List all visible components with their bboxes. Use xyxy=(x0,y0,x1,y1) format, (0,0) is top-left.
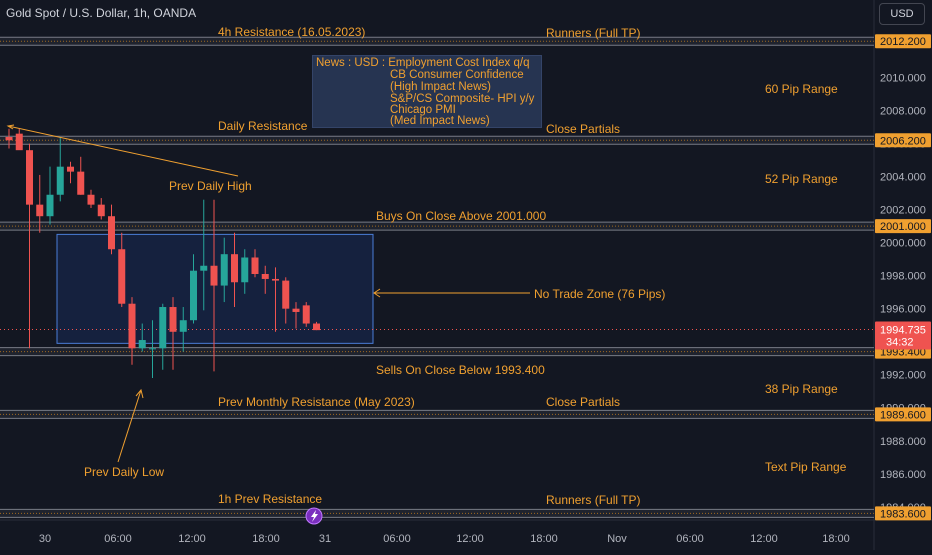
candle-body xyxy=(138,340,146,349)
candle-body xyxy=(26,150,33,205)
candle-body xyxy=(77,171,85,195)
candle-body xyxy=(5,136,13,141)
candle-body xyxy=(169,307,177,332)
label-close-partials-bottom: Close Partials xyxy=(546,395,620,409)
candle-body xyxy=(179,320,187,332)
label-runners-bottom: Runners (Full TP) xyxy=(546,493,640,507)
candle-body xyxy=(15,133,23,151)
label-daily-resistance: Daily Resistance xyxy=(218,119,308,133)
label-52-pip-range: 52 Pip Range xyxy=(765,172,838,186)
y-tick-label: 2002.000 xyxy=(880,205,926,217)
news-line-1: News : USD : Employment Cost Index q/q xyxy=(316,57,530,69)
candle-body xyxy=(97,204,105,217)
label-runners-top: Runners (Full TP) xyxy=(546,26,640,40)
x-tick-label: 31 xyxy=(319,533,331,545)
label-text-pip-range: Text Pip Range xyxy=(765,460,847,474)
label-no-trade-zone: No Trade Zone (76 Pips) xyxy=(534,287,665,301)
y-tick-label: 2004.000 xyxy=(880,172,926,184)
candle-body xyxy=(272,278,279,281)
candle-body xyxy=(200,265,208,271)
y-tick-label: 2008.000 xyxy=(880,106,926,118)
label-1h-prev-resistance: 1h Prev Resistance xyxy=(218,492,322,506)
label-sells-on-close: Sells On Close Below 1993.400 xyxy=(376,363,545,377)
candle-body xyxy=(36,204,44,217)
y-tick-label: 1992.000 xyxy=(880,370,926,382)
y-tick-label: 1988.000 xyxy=(880,436,926,448)
candle-body xyxy=(302,305,310,324)
news-line-3: (High Impact News) xyxy=(390,81,491,93)
candle-body xyxy=(190,270,197,321)
candle-body xyxy=(128,303,136,349)
candle-body xyxy=(251,257,259,274)
level-band xyxy=(0,410,874,419)
x-tick-label: 06:00 xyxy=(104,533,132,545)
price-level-tag-text: 2006.200 xyxy=(880,135,926,147)
news-line-2: CB Consumer Confidence xyxy=(390,69,524,81)
prev-daily-high-trendline xyxy=(7,125,239,177)
candle-body xyxy=(292,308,300,312)
label-prev-monthly-resistance: Prev Monthly Resistance (May 2023) xyxy=(218,395,415,409)
x-tick-label: 12:00 xyxy=(178,533,206,545)
chart-title: Gold Spot / U.S. Dollar, 1h, OANDA xyxy=(6,6,197,20)
candle-body xyxy=(67,166,74,172)
candle-body xyxy=(149,348,156,350)
current-price-countdown: 34:32 xyxy=(886,337,914,349)
candle-body xyxy=(231,254,238,283)
candle-body xyxy=(282,280,290,309)
candle-body xyxy=(241,257,249,283)
x-tick-label: 06:00 xyxy=(676,533,704,545)
no-trade-zone-box xyxy=(56,233,374,344)
news-line-6: (Med Impact News) xyxy=(390,115,490,127)
candle-body xyxy=(87,194,95,205)
x-tick-label: 06:00 xyxy=(383,533,411,545)
label-60-pip-range: 60 Pip Range xyxy=(765,82,838,96)
level-band xyxy=(0,136,874,145)
price-level-tag-text: 1983.600 xyxy=(880,508,926,520)
price-level-tag-text: 1989.600 xyxy=(880,409,926,421)
x-tick-label: 12:00 xyxy=(456,533,484,545)
candle-body xyxy=(313,323,320,331)
candle-body xyxy=(220,254,228,286)
y-tick-label: 2000.000 xyxy=(880,238,926,250)
price-level-tag-text: 2012.200 xyxy=(880,36,926,48)
label-buys-on-close: Buys On Close Above 2001.000 xyxy=(376,209,546,223)
x-tick-label: 12:00 xyxy=(750,533,778,545)
current-price-value: 1994.735 xyxy=(880,325,926,337)
candle-body xyxy=(108,216,115,250)
level-band xyxy=(0,37,874,46)
y-tick-label: 2010.000 xyxy=(880,73,926,85)
candle-body xyxy=(261,274,269,279)
x-tick-label: 30 xyxy=(39,533,51,545)
label-38-pip-range: 38 Pip Range xyxy=(765,382,838,396)
price-level-tag-text: 2001.000 xyxy=(880,221,926,233)
level-band xyxy=(0,509,874,518)
x-tick-label: 18:00 xyxy=(252,533,280,545)
label-prev-daily-low: Prev Daily Low xyxy=(84,465,164,479)
y-tick-label: 1998.000 xyxy=(880,271,926,283)
label-4h-resistance: 4h Resistance (16.05.2023) xyxy=(218,25,365,39)
x-tick-label: Nov xyxy=(607,533,627,545)
x-tick-label: 18:00 xyxy=(530,533,558,545)
prev-daily-low-arrow xyxy=(117,389,142,463)
label-close-partials-top: Close Partials xyxy=(546,122,620,136)
candle-body xyxy=(46,194,54,217)
level-band xyxy=(0,222,874,231)
level-band xyxy=(0,347,874,356)
candle-body xyxy=(118,249,126,304)
candle-body xyxy=(56,166,64,195)
candle-body xyxy=(210,265,218,286)
y-tick-label: 1996.000 xyxy=(880,304,926,316)
currency-button[interactable]: USD xyxy=(879,3,925,25)
candle-body xyxy=(159,307,167,349)
label-prev-daily-high: Prev Daily High xyxy=(169,179,252,193)
x-tick-label: 18:00 xyxy=(822,533,850,545)
y-tick-label: 1986.000 xyxy=(880,469,926,481)
